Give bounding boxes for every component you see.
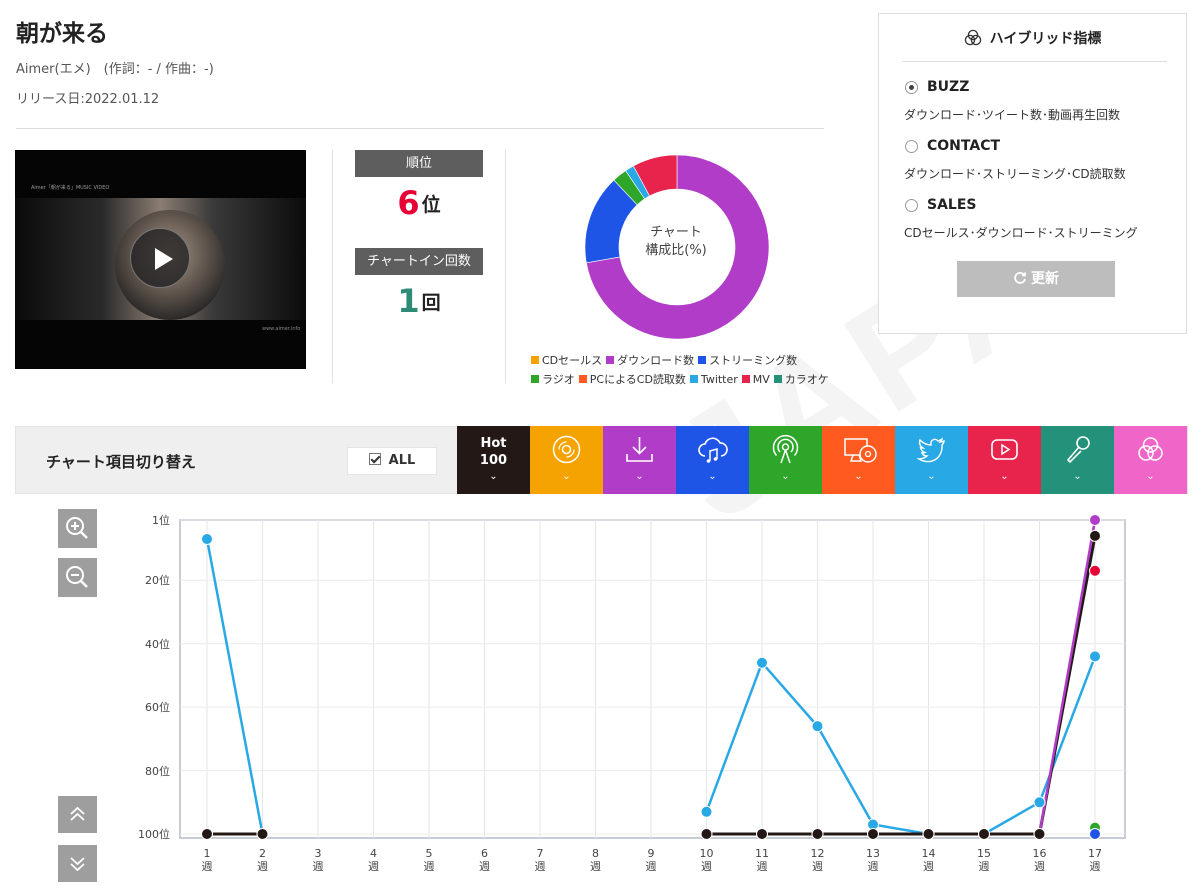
- x-tick-week-number: 11: [755, 847, 769, 860]
- series-point: [922, 828, 935, 840]
- x-tick-unit: 週: [701, 860, 712, 873]
- x-tick-label: 7週: [525, 847, 555, 873]
- series-point: [201, 828, 213, 840]
- x-tick-label: 14 週: [914, 847, 944, 873]
- x-tick-label: 13 週: [858, 847, 888, 873]
- x-tick-unit: 週: [978, 860, 990, 873]
- x-tick-label: 12 週: [803, 847, 833, 873]
- x-tick-week-number: 13: [866, 847, 880, 860]
- x-tick-label: 5週: [414, 847, 444, 873]
- x-tick-label: 10 週: [692, 847, 722, 873]
- series-point: [700, 805, 713, 818]
- x-tick-label: 6週: [470, 847, 500, 873]
- x-tick-label: 16 週: [1025, 847, 1055, 873]
- x-tick-label: 8週: [581, 847, 611, 873]
- x-tick-unit: 週: [423, 860, 435, 873]
- series-point: [978, 828, 990, 840]
- x-tick-week-number: 3: [314, 847, 322, 860]
- x-tick-label: 3週: [303, 847, 333, 873]
- x-tick-unit: 週: [534, 860, 546, 873]
- series-point: [756, 656, 768, 669]
- series-point: [700, 828, 713, 840]
- x-tick-week-number: 5: [425, 847, 433, 860]
- y-tick-label: 40位: [145, 637, 170, 651]
- x-tick-unit: 週: [201, 860, 213, 873]
- x-tick-week-number: 10: [699, 847, 714, 860]
- x-tick-unit: 週: [756, 860, 768, 873]
- x-tick-week-number: 4: [370, 847, 377, 860]
- x-tick-week-number: 14: [921, 847, 936, 860]
- x-tick-unit: 週: [923, 860, 934, 873]
- series-point: [1089, 650, 1101, 663]
- x-tick-unit: 週: [368, 860, 379, 873]
- x-tick-label: 9週: [636, 847, 666, 873]
- series-point: [1033, 828, 1046, 840]
- x-tick-unit: 週: [312, 860, 324, 873]
- plot-area: [179, 519, 1126, 839]
- y-tick-label: 80位: [145, 764, 170, 778]
- series-point: [201, 533, 213, 546]
- series-point: [1089, 564, 1101, 577]
- x-tick-week-number: 6: [481, 847, 488, 860]
- y-tick-label: 60位: [145, 701, 170, 715]
- series-point: [1033, 796, 1046, 809]
- x-tick-week-number: 9: [647, 847, 655, 860]
- x-tick-week-number: 2: [259, 847, 266, 860]
- series-point: [1089, 828, 1101, 840]
- x-tick-unit: 週: [1034, 860, 1045, 873]
- x-tick-label: 17 週: [1080, 847, 1110, 873]
- x-tick-label: 2週: [248, 847, 278, 873]
- x-tick-label: 1週: [192, 847, 222, 873]
- x-tick-unit: 週: [812, 860, 823, 873]
- series-point: [867, 828, 879, 840]
- x-tick-label: 11 週: [747, 847, 777, 873]
- x-tick-label: 4週: [359, 847, 389, 873]
- x-tick-week-number: 8: [592, 847, 599, 860]
- x-tick-unit: 週: [257, 860, 268, 873]
- rank-history-line-chart: [179, 514, 1126, 840]
- x-tick-unit: 週: [645, 860, 657, 873]
- series-point: [756, 828, 768, 840]
- x-tick-week-number: 16: [1032, 847, 1047, 860]
- x-tick-week-number: 7: [536, 847, 544, 860]
- x-tick-unit: 週: [479, 860, 490, 873]
- x-tick-week-number: 17: [1088, 847, 1102, 860]
- y-tick-label: 100位: [138, 828, 170, 841]
- series-point: [1089, 529, 1101, 542]
- y-tick-label: 20位: [145, 574, 170, 588]
- x-tick-label: 15 週: [969, 847, 999, 873]
- x-tick-week-number: 15: [977, 847, 991, 860]
- series-point: [1089, 514, 1101, 526]
- series-point: [811, 720, 824, 733]
- series-point: [256, 828, 269, 840]
- series-point: [811, 828, 824, 840]
- x-tick-unit: 週: [867, 860, 879, 873]
- x-tick-week-number: 12: [810, 847, 825, 860]
- x-tick-week-number: 1: [203, 847, 211, 860]
- x-tick-unit: 週: [590, 860, 601, 873]
- x-tick-unit: 週: [1089, 860, 1101, 873]
- y-tick-label: 1位: [152, 514, 170, 527]
